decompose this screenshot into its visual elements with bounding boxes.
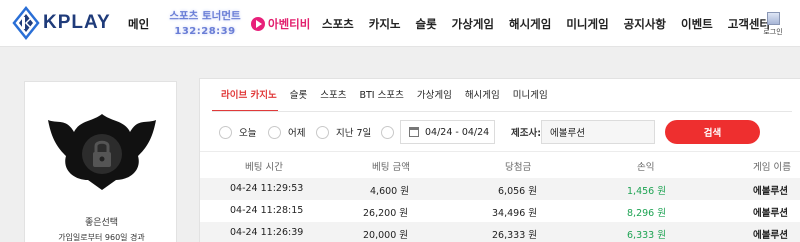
date-range-text: 04/24 - 04/24 [425, 126, 490, 138]
tab-slot[interactable]: 슬롯 [290, 87, 307, 111]
cell-bet-time: 04-24 11:26:39 [230, 227, 304, 238]
profile-since: 가입일로부터 960일 경과 [58, 233, 145, 242]
nav-menu: 스포츠 카지노 슬롯 가상게임 해시게임 미니게임 공지사항 이벤트 고객센터 [322, 0, 785, 47]
nav-home[interactable]: 메인 [128, 0, 149, 47]
cell-bet-amount: 20,000 원 [363, 230, 409, 241]
col-game-name: 게임 이름 [753, 162, 791, 173]
tab-live-casino[interactable]: 라이브 카지노 [221, 87, 277, 111]
tabs-divider [212, 111, 792, 112]
profile-name: 좋은선택 [84, 218, 119, 228]
nav-item-sports[interactable]: 스포츠 [322, 16, 354, 32]
radio-circle [219, 125, 232, 139]
search-button[interactable]: 검색 [665, 120, 760, 144]
cell-profit: 8,296 원 [627, 208, 666, 219]
col-profit: 손익 [637, 162, 655, 173]
tab-sports[interactable]: 스포츠 [320, 87, 346, 111]
login-icon [766, 12, 780, 25]
cell-game-name: 에볼루션 [753, 186, 788, 197]
provider-input[interactable] [541, 120, 655, 144]
provider-label: 제조사: [511, 128, 542, 139]
login-label: 로그인 [763, 28, 783, 36]
nav-item-event[interactable]: 이벤트 [681, 16, 713, 32]
radio-yesterday-label: 어제 [288, 128, 306, 139]
login-button[interactable]: 로그인 [762, 12, 784, 38]
tab-mini[interactable]: 미니게임 [513, 87, 548, 111]
radio-circle [381, 125, 394, 139]
date-range-picker[interactable]: 04/24 - 04/24 [400, 120, 495, 144]
radio-circle [268, 125, 281, 139]
logo-text: KPLAY [43, 12, 111, 33]
radio-today[interactable]: 오늘 [219, 124, 256, 140]
nav-afreeca[interactable]: 아벤티비 [251, 15, 310, 33]
table-header: 베팅 시간 베팅 금액 당첨금 손익 게임 이름 [200, 151, 800, 178]
tournament-timer: 132:28:39 [174, 26, 236, 37]
tab-hash[interactable]: 해시게임 [465, 87, 500, 111]
radio-yesterday[interactable]: 어제 [268, 124, 305, 140]
cell-game-name: 에볼루션 [753, 208, 788, 219]
radio-circle [316, 125, 329, 139]
top-nav-bar: KPLAY 메인 스포츠 토너먼트 132:28:39 아벤티비 스포츠 카지노… [0, 0, 800, 47]
cell-winnings: 34,496 원 [492, 208, 538, 219]
nav-item-virtual[interactable]: 가상게임 [452, 16, 494, 32]
cell-winnings: 26,333 원 [492, 230, 538, 241]
radio-last-7-days[interactable]: 지난 7일 [316, 124, 371, 140]
bet-history-panel: 라이브 카지노 슬롯 스포츠 BTI 스포츠 가상게임 해시게임 미니게임 오늘… [199, 78, 800, 242]
cell-game-name: 에볼루션 [753, 230, 788, 241]
calendar-icon [409, 127, 419, 137]
col-bet-time: 베팅 시간 [245, 162, 283, 173]
afreeca-label: 아벤티비 [268, 17, 311, 31]
category-tabs: 라이브 카지노 슬롯 스포츠 BTI 스포츠 가상게임 해시게임 미니게임 [221, 87, 561, 111]
col-winnings: 당첨금 [505, 162, 532, 173]
nav-item-casino[interactable]: 카지노 [369, 16, 401, 32]
nav-sports-tournament[interactable]: 스포츠 토너먼트 132:28:39 [160, 10, 250, 40]
table-row: 04-24 11:28:15 26,200 원 34,496 원 8,296 원… [200, 200, 800, 222]
tab-virtual[interactable]: 가상게임 [417, 87, 452, 111]
table-row: 04-24 11:29:53 4,600 원 6,056 원 1,456 원 에… [200, 178, 800, 200]
logo[interactable]: KPLAY [11, 6, 116, 40]
nav-item-mini[interactable]: 미니게임 [566, 16, 608, 32]
cell-bet-amount: 26,200 원 [363, 208, 409, 219]
table-row: 04-24 11:26:39 20,000 원 26,333 원 6,333 원… [200, 222, 800, 242]
radio-custom-range[interactable] [381, 124, 401, 140]
radio-last-7-days-label: 지난 7일 [336, 128, 372, 139]
nav-item-hash[interactable]: 해시게임 [509, 16, 551, 32]
play-icon [251, 17, 265, 31]
cell-bet-amount: 4,600 원 [370, 186, 409, 197]
cell-bet-time: 04-24 11:29:53 [230, 183, 304, 194]
cell-profit: 6,333 원 [627, 230, 666, 241]
nav-item-notice[interactable]: 공지사항 [624, 16, 666, 32]
cell-winnings: 6,056 원 [498, 186, 537, 197]
profile-card: 좋은선택 가입일로부터 960일 경과 [24, 81, 177, 242]
tab-bti-sports[interactable]: BTI 스포츠 [359, 87, 403, 111]
radio-today-label: 오늘 [239, 128, 257, 139]
kplay-logo-icon [12, 6, 40, 40]
avatar [48, 114, 156, 190]
filter-bar: 오늘 어제 지난 7일 04/24 - 04/24 제조사: 검색 [200, 119, 800, 145]
col-bet-amount: 베팅 금액 [372, 162, 410, 173]
nav-item-slot[interactable]: 슬롯 [416, 16, 437, 32]
cell-profit: 1,456 원 [627, 186, 666, 197]
cell-bet-time: 04-24 11:28:15 [230, 205, 304, 216]
sports-tournament-label: 스포츠 토너먼트 [169, 10, 241, 22]
